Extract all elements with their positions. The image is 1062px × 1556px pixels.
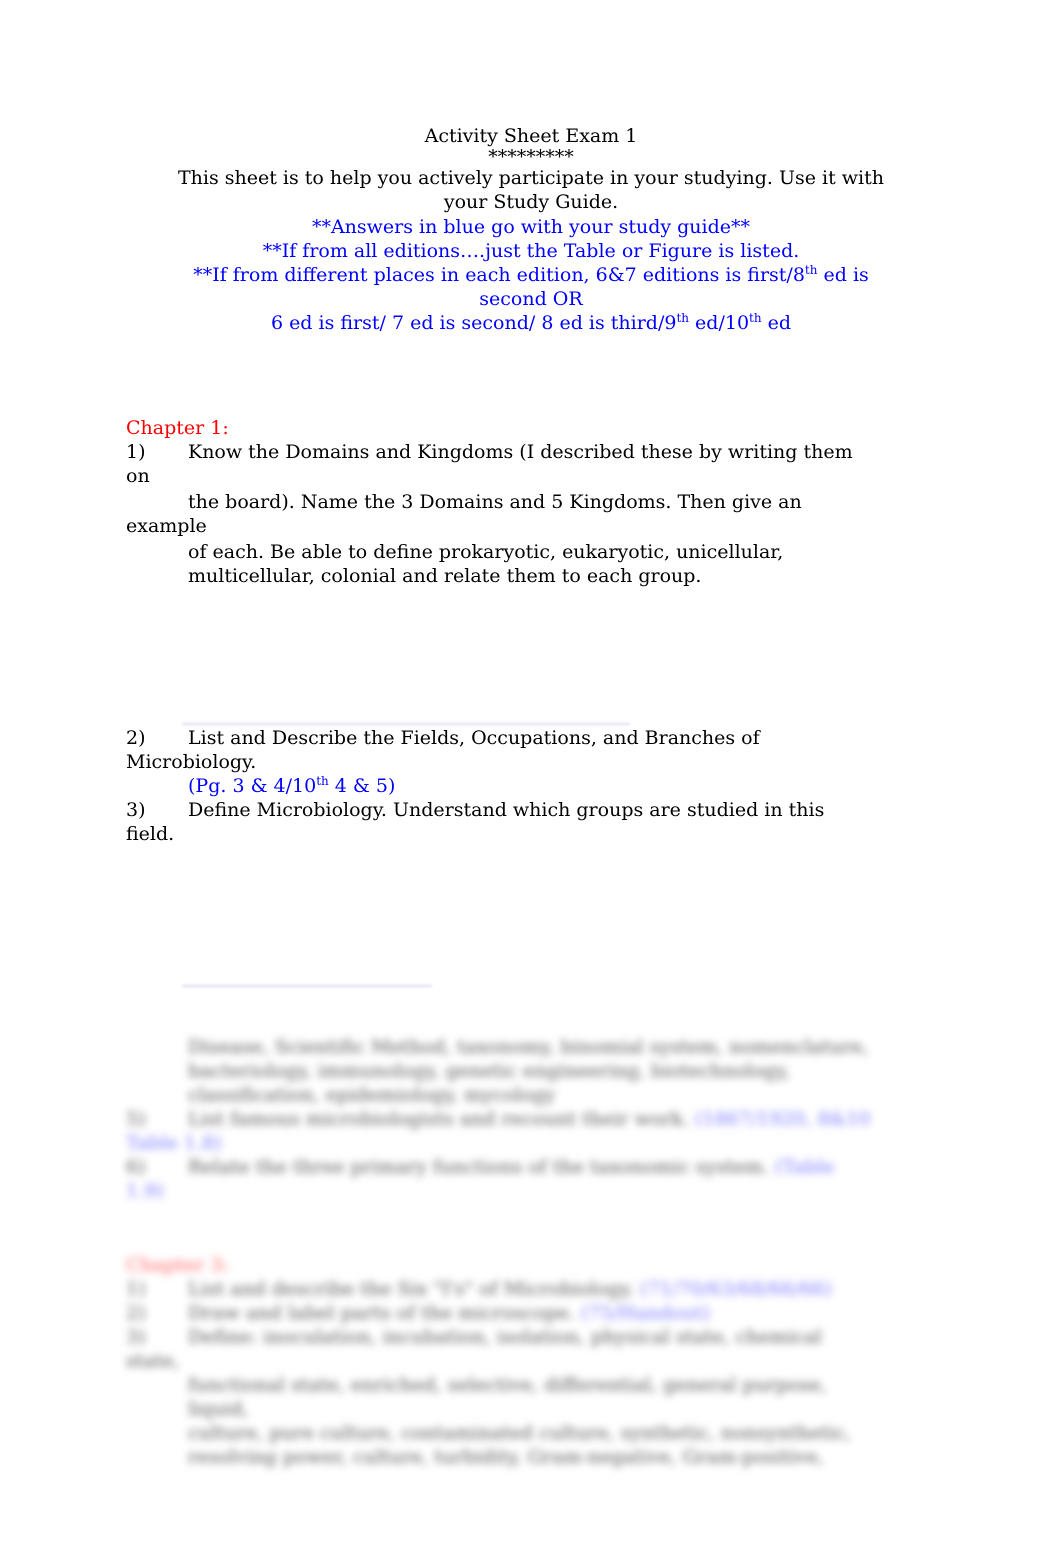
question-number: 1) [126, 441, 146, 463]
different-places-note: **If from different places in each editi… [126, 263, 936, 287]
blurred-content: Disease, Scientific Method, taxonomy, bi… [126, 1035, 936, 1469]
faded-highlight [182, 984, 432, 988]
blurred-text: culture, pure culture, contaminated cult… [188, 1422, 851, 1444]
different-places-note-line2: second OR [479, 288, 583, 310]
question-text-wrap: example [126, 515, 207, 537]
question-text: of each. Be able to define prokaryotic, … [188, 541, 784, 563]
question-number: 2) [126, 727, 146, 749]
note4-text-end: ed [761, 312, 792, 334]
edition-order-note: 6 ed is first/ 7 ed is second/ 8 ed is t… [126, 311, 936, 335]
chapter-3-heading: Chapter 3: [126, 1254, 229, 1276]
document-title: Activity Sheet Exam 1 [424, 125, 638, 147]
question-text: the board). Name the 3 Domains and 5 Kin… [188, 491, 802, 513]
blurred-reference: (Table [774, 1156, 835, 1178]
question-text-wrap: on [126, 465, 150, 487]
blurred-text: Draw and label parts of the microscope. [188, 1302, 575, 1324]
blurred-text: functional state, enriched, selective, d… [188, 1374, 827, 1396]
blurred-reference: (1867/1920, 8&10 [694, 1108, 871, 1130]
superscript: th [316, 774, 329, 788]
editions-note: **If from all editions….just the Table o… [262, 240, 800, 262]
reference-text: (Pg. 3 & 4/10 [188, 775, 317, 797]
question-text-wrap: Microbiology. [126, 751, 257, 773]
stars-divider: ********* [488, 146, 574, 168]
blurred-text: bacteriology, immunology, genetic engine… [188, 1060, 790, 1082]
question-number: 5) [126, 1108, 146, 1130]
note3-text: **If from different places in each editi… [193, 264, 805, 286]
question-number: 3) [126, 799, 146, 821]
intro-line-2: your Study Guide. [443, 191, 619, 213]
document-header: Activity Sheet Exam 1 ********* This she… [126, 124, 936, 335]
question-text: Define Microbiology. Understand which gr… [188, 799, 825, 821]
reference-text-end: 4 & 5) [328, 775, 396, 797]
blurred-text: List and describe the Six "I's" of Micro… [188, 1278, 635, 1300]
chapter-1-section: Chapter 1: 1) Know the Domains and Kingdo… [126, 416, 936, 588]
blurred-text: liquid, [188, 1398, 249, 1420]
question-text-wrap: field. [126, 823, 175, 845]
blurred-reference: Table 1.8) [126, 1132, 222, 1154]
answers-note: **Answers in blue go with your study gui… [311, 216, 751, 238]
page-reference: (Pg. 3 & 4/10th 4 & 5) [126, 774, 936, 798]
intro-text: This sheet is to help you actively parti… [126, 166, 936, 214]
blurred-reference: (71/70/63/68/66/66) [640, 1278, 833, 1300]
question-number: 1) [126, 1278, 146, 1300]
blurred-text: classification, epidemiology, mycology [188, 1084, 556, 1106]
blurred-text: state, [126, 1350, 180, 1372]
blurred-text: Define: inoculation, incubation, isolati… [188, 1326, 822, 1348]
question-number: 2) [126, 1302, 146, 1324]
question-2: 2) List and Describe the Fields, Occupati… [126, 726, 936, 846]
blurred-text: Disease, Scientific Method, taxonomy, bi… [188, 1036, 869, 1058]
blurred-text: resolving power, culture, turbidity, Gra… [188, 1446, 824, 1468]
question-number: 3) [126, 1326, 146, 1348]
document-page: Activity Sheet Exam 1 ********* This she… [0, 0, 1062, 1556]
superscript: th [676, 311, 690, 325]
superscript: th [804, 263, 818, 277]
question-text: multicellular, colonial and relate them … [188, 565, 702, 587]
blurred-text: Relate the three primary functions of th… [188, 1156, 769, 1178]
question-text: Know the Domains and Kingdoms (I describ… [188, 441, 853, 463]
blurred-reference: (75/Handout) [580, 1302, 710, 1324]
question-text: List and Describe the Fields, Occupation… [188, 727, 760, 749]
note4-text: 6 ed is first/ 7 ed is second/ 8 ed is t… [270, 312, 677, 334]
note4-text-mid: ed/10 [689, 312, 750, 334]
blurred-text: List famous microbiologists and recount … [188, 1108, 689, 1130]
note3-text-end: ed is [817, 264, 869, 286]
question-number: 6) [126, 1156, 146, 1178]
intro-line-1: This sheet is to help you actively parti… [177, 167, 884, 189]
chapter-1-heading: Chapter 1: [126, 417, 229, 439]
question-1: 1) Know the Domains and Kingdoms (I descr… [126, 440, 936, 588]
superscript: th [749, 311, 762, 325]
blurred-reference: 1.9) [126, 1180, 164, 1202]
